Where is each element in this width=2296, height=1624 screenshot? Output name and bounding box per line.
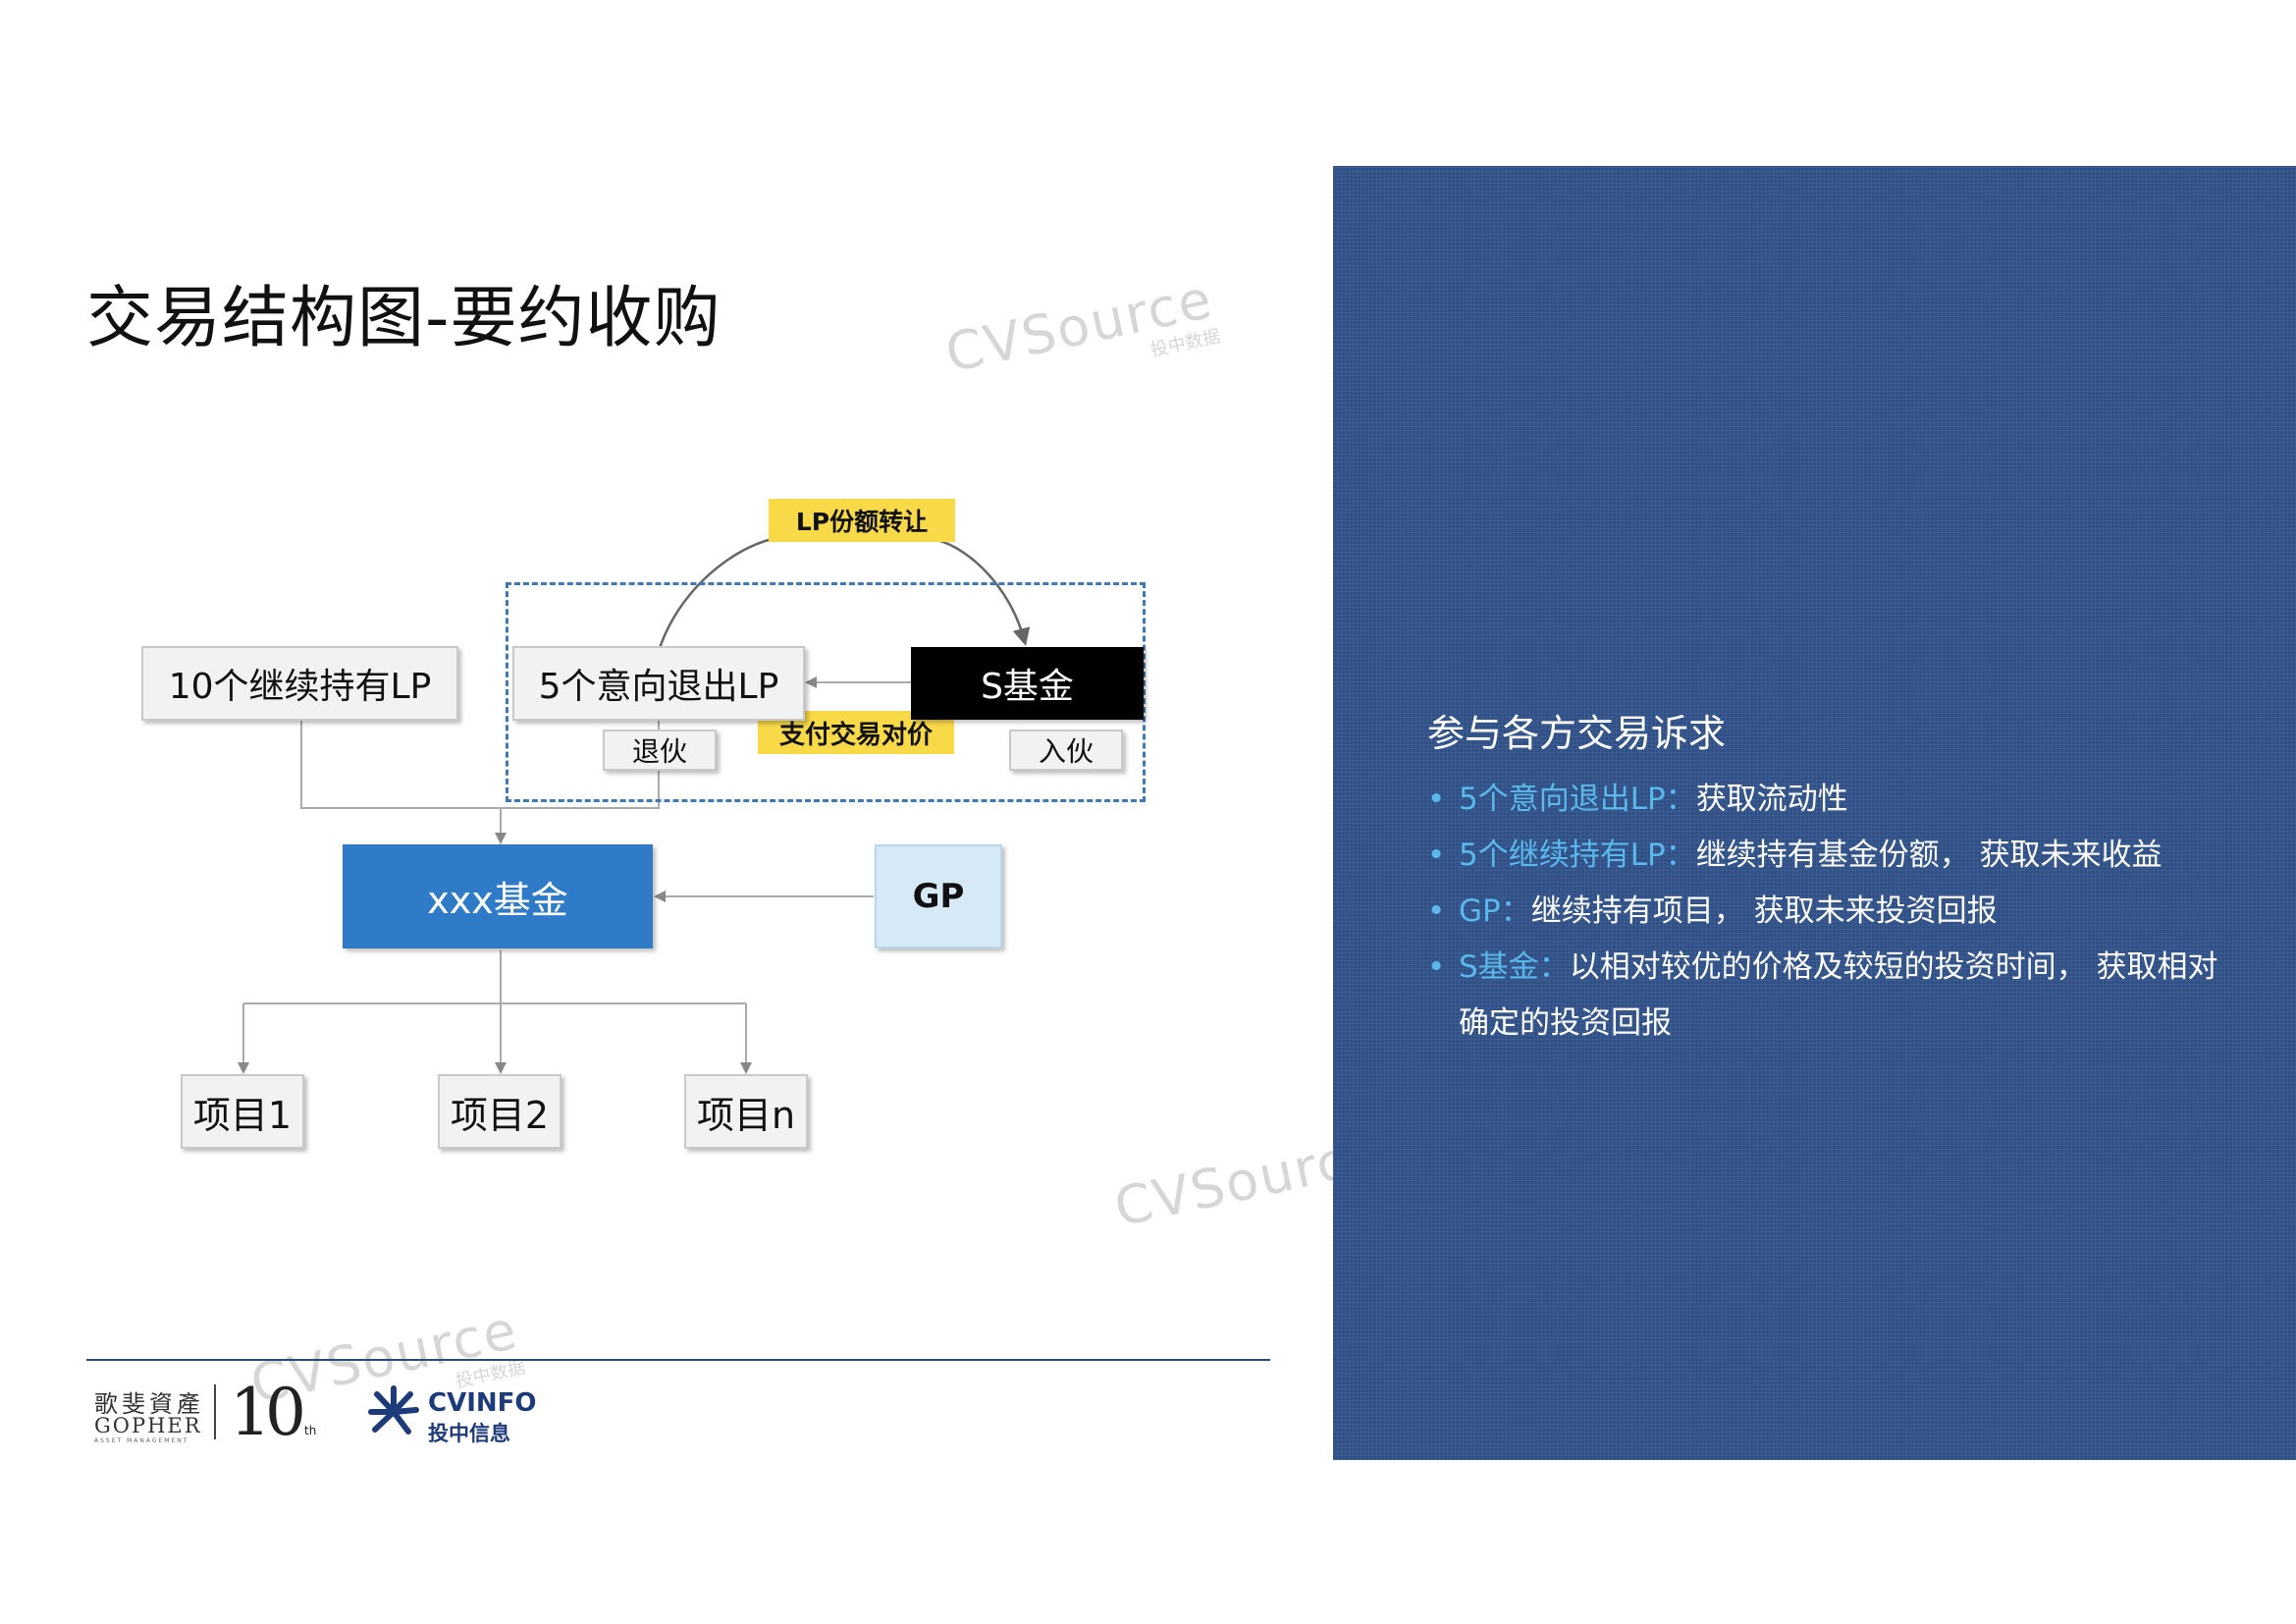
bullet-icon: • — [1427, 838, 1446, 873]
gopher-logo-sub: ASSET MANAGEMENT — [94, 1437, 189, 1444]
gp-box: GP — [875, 844, 1002, 948]
list-item: • GP：继续持有项目， 获取未来投资回报 — [1427, 884, 2242, 940]
logo-separator — [214, 1384, 216, 1439]
s-fund-box: S基金 — [911, 647, 1144, 720]
panel-bullet-list: • 5个意向退出LP：获取流动性 • 5个继续持有LP：继续持有基金份额， 获取未来… — [1427, 772, 2242, 1052]
panel-heading: 参与各方交易诉求 — [1427, 712, 1727, 755]
bullet-icon: • — [1427, 893, 1446, 929]
bullet-text: 获取流动性 — [1695, 782, 1848, 817]
lp-exit-box: 5个意向退出LP — [512, 646, 805, 721]
project-box: 项目n — [684, 1074, 808, 1149]
list-item: • 5个继续持有LP：继续持有基金份额， 获取未来收益 — [1427, 828, 2242, 884]
cvinfo-logo-cn: 投中信息 — [428, 1422, 510, 1445]
join-label: 入伙 — [1009, 730, 1123, 771]
footer-divider — [86, 1359, 1270, 1361]
gopher-logo-en: GOPHER — [94, 1414, 202, 1437]
bullet-icon: • — [1427, 949, 1446, 985]
bullet-key: 5个继续持有LP： — [1459, 838, 1696, 873]
cvinfo-logo-icon — [368, 1385, 419, 1435]
main-fund-box: xxx基金 — [343, 844, 653, 948]
bullet-key: GP： — [1459, 893, 1531, 929]
list-item: • S基金：以相对较优的价格及较短的投资时间， 获取相对确定的投资回报 — [1427, 940, 2242, 1052]
cvinfo-logo-name: CVINFO — [428, 1388, 537, 1418]
bullet-key: S基金： — [1459, 949, 1570, 985]
bullet-text: 继续持有项目， 获取未来投资回报 — [1530, 893, 1998, 929]
tag-lp-transfer: LP份额转让 — [769, 499, 955, 542]
bullet-icon: • — [1427, 782, 1446, 817]
anniversary-logo: 10 — [230, 1375, 306, 1450]
exit-label: 退伙 — [603, 730, 717, 771]
bullet-key: 5个意向退出LP： — [1459, 782, 1696, 817]
project-box: 项目2 — [438, 1074, 561, 1149]
bullet-text: 以相对较优的价格及较短的投资时间， 获取相对确定的投资回报 — [1459, 949, 2218, 1041]
anniversary-sup: th — [304, 1424, 317, 1437]
list-item: • 5个意向退出LP：获取流动性 — [1427, 772, 2242, 828]
lp-continue-box: 10个继续持有LP — [141, 646, 458, 721]
bullet-text: 继续持有基金份额， 获取未来收益 — [1695, 838, 2163, 873]
project-box: 项目1 — [181, 1074, 304, 1149]
